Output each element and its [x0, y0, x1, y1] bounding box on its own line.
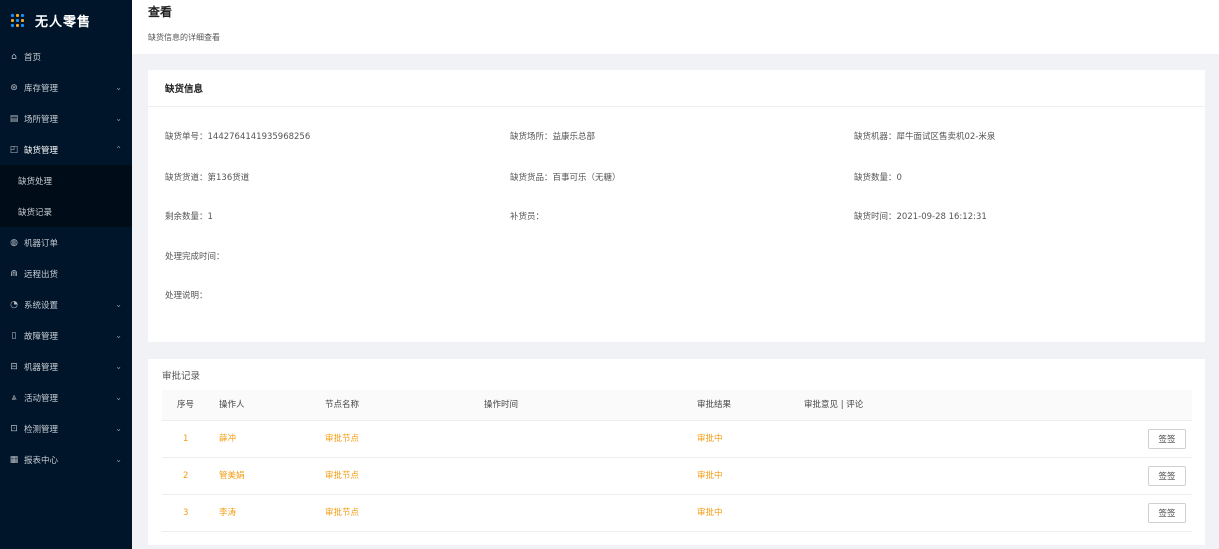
chevron-down-icon: ⌄ — [115, 393, 122, 402]
approval-title: 审批记录 — [162, 371, 201, 382]
shortage-submenu: 缺货处理 缺货记录 — [0, 165, 132, 227]
table-row: 3 李涛 审批节点 审批中 签签 — [162, 495, 1192, 532]
table-row: 1 薛冲 审批节点 审批中 签签 — [162, 421, 1192, 458]
shortage-info-title: 缺货信息 — [148, 70, 1205, 107]
field-restocker: 补货员： — [510, 212, 545, 222]
sidebar-subitem-records[interactable]: 缺货记录 — [0, 196, 132, 227]
row-node: 审批节点 — [325, 508, 360, 518]
approval-card: 审批记录 序号 操作人 节点名称 操作时间 审批结果 审批意见 | 评论 1 薛… — [148, 359, 1205, 545]
sidebar-item-inspect[interactable]: ⊡ 检测管理 ⌄ — [0, 413, 132, 444]
main-content: 查看 缺货信息的详细查看 缺货信息 缺货单号：14427641419359682… — [132, 0, 1219, 549]
field-remain: 剩余数量：1 — [165, 212, 213, 222]
chevron-down-icon: ⌄ — [115, 331, 122, 340]
report-icon: ▦ — [9, 454, 19, 465]
sidebar-item-remote[interactable]: ⋒ 远程出货 — [0, 258, 132, 289]
venue-icon: ▤ — [9, 113, 19, 124]
row-no: 1 — [183, 434, 189, 444]
field-qty: 缺货数量：0 — [854, 173, 902, 183]
activity-icon: ⩓ — [11, 392, 17, 403]
home-icon: ⌂ — [11, 51, 17, 62]
sidebar-item-machine[interactable]: ⊟ 机器管理 ⌄ — [0, 351, 132, 382]
sidebar-item-fault[interactable]: ▯ 故障管理 ⌄ — [0, 320, 132, 351]
table-header: 序号 操作人 节点名称 操作时间 审批结果 审批意见 | 评论 — [162, 390, 1192, 421]
machine-icon: ⊟ — [10, 361, 18, 372]
field-lane: 缺货货道：第136货道 — [165, 173, 250, 183]
field-place: 缺货场所：益康乐总部 — [510, 132, 596, 142]
grid-logo-icon — [11, 13, 25, 28]
row-result: 审批中 — [697, 434, 723, 444]
sidebar-item-report[interactable]: ▦ 报表中心 ⌄ — [0, 444, 132, 475]
shortage-icon: ◰ — [9, 144, 19, 155]
remote-icon: ⋒ — [10, 268, 18, 279]
chevron-down-icon: ⌄ — [115, 362, 122, 371]
field-done-time: 处理完成时间： — [165, 252, 225, 262]
col-node: 节点名称 — [325, 400, 360, 410]
row-operator: 李涛 — [219, 508, 237, 518]
col-time: 操作时间 — [484, 400, 519, 410]
field-goods: 缺货货品：百事可乐（无糖） — [510, 173, 621, 183]
col-no: 序号 — [177, 400, 195, 410]
page-header: 查看 缺货信息的详细查看 — [132, 0, 1219, 54]
app-logo[interactable]: 无人零售 — [0, 0, 132, 41]
inventory-icon: ⊛ — [10, 82, 18, 93]
row-no: 3 — [183, 508, 189, 518]
sidebar-item-home[interactable]: ⌂ 首页 — [0, 41, 132, 72]
table-row: 2 管美娟 审批节点 审批中 签签 — [162, 458, 1192, 495]
sidebar-item-inventory[interactable]: ⊛ 库存管理 ⌄ — [0, 72, 132, 103]
sidebar-item-settings[interactable]: ◔ 系统设置 ⌄ — [0, 289, 132, 320]
col-operator: 操作人 — [219, 400, 245, 410]
sidebar-item-orders[interactable]: ◍ 机器订单 — [0, 227, 132, 258]
sidebar-subitem-handling[interactable]: 缺货处理 — [0, 165, 132, 196]
row-result: 审批中 — [697, 471, 723, 481]
row-no: 2 — [183, 471, 189, 481]
row-node: 审批节点 — [325, 434, 360, 444]
row-node: 审批节点 — [325, 471, 360, 481]
chevron-down-icon: ⌄ — [115, 114, 122, 123]
chevron-down-icon: ⌄ — [115, 455, 122, 464]
field-machine: 缺货机器：犀牛面试区售卖机02-米泉 — [854, 132, 996, 142]
fault-icon: ▯ — [11, 330, 17, 341]
shortage-info-card: 缺货信息 缺货单号：1442764141935968256 缺货场所：益康乐总部… — [148, 70, 1205, 342]
row-result: 审批中 — [697, 508, 723, 518]
chevron-up-icon: ⌃ — [115, 145, 122, 154]
field-order-no: 缺货单号：1442764141935968256 — [165, 132, 311, 142]
sidebar: 无人零售 ⌂ 首页 ⊛ 库存管理 ⌄ ▤ 场所管理 ⌄ ◰ 缺货管理 ⌃ 缺货处… — [0, 0, 132, 549]
chevron-down-icon: ⌄ — [115, 300, 122, 309]
countersign-button[interactable]: 签签 — [1148, 429, 1186, 449]
chevron-down-icon: ⌄ — [115, 424, 122, 433]
row-operator: 管美娟 — [219, 471, 245, 481]
sidebar-item-shortage[interactable]: ◰ 缺货管理 ⌃ — [0, 134, 132, 165]
sidebar-item-activity[interactable]: ⩓ 活动管理 ⌄ — [0, 382, 132, 413]
sidebar-item-venue[interactable]: ▤ 场所管理 ⌄ — [0, 103, 132, 134]
settings-icon: ◔ — [10, 299, 18, 310]
countersign-button[interactable]: 签签 — [1148, 503, 1186, 523]
row-operator: 薛冲 — [219, 434, 237, 444]
field-note: 处理说明： — [165, 291, 208, 301]
col-result: 审批结果 — [697, 400, 732, 410]
app-title: 无人零售 — [35, 15, 92, 30]
order-icon: ◍ — [10, 237, 18, 248]
countersign-button[interactable]: 签签 — [1148, 466, 1186, 486]
page-subtitle: 缺货信息的详细查看 — [148, 33, 220, 42]
field-time: 缺货时间：2021-09-28 16:12:31 — [854, 212, 987, 222]
col-comment: 审批意见 | 评论 — [804, 400, 864, 410]
inspect-icon: ⊡ — [10, 423, 18, 434]
page-title: 查看 — [148, 5, 173, 19]
chevron-down-icon: ⌄ — [115, 83, 122, 92]
